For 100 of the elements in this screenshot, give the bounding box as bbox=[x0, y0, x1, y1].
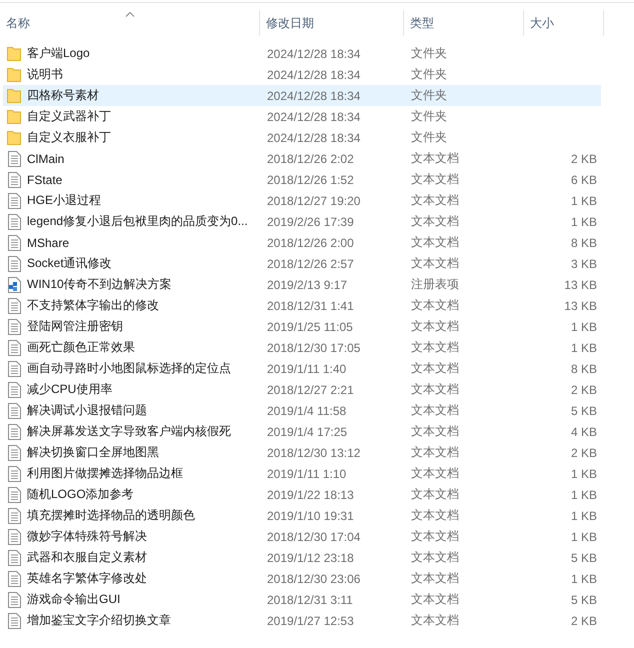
folder-icon bbox=[7, 46, 21, 61]
file-row[interactable]: 解决屏幕发送文字导致客户端内核假死 2019/1/4 17:25 文本文档 4 KB bbox=[3, 421, 601, 442]
file-size: 1 KB bbox=[570, 572, 597, 586]
file-name: 客户端Logo bbox=[27, 45, 90, 62]
file-type: 文本文档 bbox=[411, 256, 459, 270]
column-header[interactable]: 大小 bbox=[524, 10, 604, 36]
file-row[interactable]: 登陆网管注册密钥 2019/1/25 11:05 文本文档 1 KB bbox=[3, 316, 601, 337]
column-header[interactable]: 类型 bbox=[404, 10, 524, 36]
file-row[interactable]: WIN10传奇不到边解决方案 2019/2/13 9:17 注册表项 13 KB bbox=[3, 274, 601, 295]
modified-date: 2018/12/30 17:05 bbox=[267, 340, 360, 354]
modified-date: 2019/1/12 23:18 bbox=[267, 550, 354, 564]
file-row[interactable]: 减少CPU使用率 2018/12/27 2:21 文本文档 2 KB bbox=[3, 379, 601, 400]
file-name: legend修复小退后包袱里肉的品质变为0... bbox=[27, 213, 248, 230]
file-name: Socket通讯修改 bbox=[27, 255, 112, 272]
document-icon bbox=[8, 444, 20, 460]
file-row[interactable]: 英雄名字繁体字修改处 2018/12/30 23:06 文本文档 1 KB bbox=[3, 568, 601, 589]
file-size: 1 KB bbox=[570, 530, 597, 544]
document-icon bbox=[8, 234, 20, 250]
file-row[interactable]: 微妙字体特殊符号解决 2018/12/30 17:04 文本文档 1 KB bbox=[3, 526, 601, 547]
file-name: 说明书 bbox=[27, 66, 63, 83]
file-row[interactable]: Socket通讯修改 2018/12/26 2:57 文本文档 3 KB bbox=[3, 253, 601, 274]
file-name: 增加鉴宝文字介绍切换文章 bbox=[27, 612, 171, 629]
file-row[interactable]: legend修复小退后包袱里肉的品质变为0... 2019/2/26 17:39 文本文档 1 KB bbox=[3, 211, 601, 232]
modified-date: 2018/12/27 2:21 bbox=[267, 382, 354, 396]
document-icon bbox=[8, 360, 20, 376]
file-type: 文本文档 bbox=[411, 550, 459, 564]
file-name: 登陆网管注册密钥 bbox=[27, 318, 123, 335]
modified-date: 2019/1/4 17:25 bbox=[267, 424, 348, 438]
file-type: 文件夹 bbox=[411, 109, 447, 123]
file-type: 文本文档 bbox=[411, 340, 459, 354]
document-icon bbox=[8, 402, 20, 418]
file-row[interactable]: 画死亡颜色正常效果 2018/12/30 17:05 文本文档 1 KB bbox=[3, 337, 601, 358]
file-row[interactable]: 自定义武器补丁 2024/12/28 18:34 文件夹 bbox=[3, 106, 601, 127]
file-type: 文本文档 bbox=[411, 214, 459, 228]
file-row[interactable]: 利用图片做摆摊选择物品边框 2019/1/11 1:10 文本文档 1 KB bbox=[3, 463, 601, 484]
file-row[interactable]: 说明书 2024/12/28 18:34 文件夹 bbox=[3, 64, 601, 85]
document-icon bbox=[8, 150, 20, 166]
file-type: 文本文档 bbox=[411, 382, 459, 396]
file-type: 文件夹 bbox=[411, 67, 447, 81]
file-name: 随机LOGO添加参考 bbox=[27, 486, 134, 503]
file-name: ClMain bbox=[27, 152, 64, 166]
file-row[interactable]: HGE小退过程 2018/12/27 19:20 文本文档 1 KB bbox=[3, 190, 601, 211]
file-row[interactable]: MShare 2018/12/26 2:00 文本文档 8 KB bbox=[3, 232, 601, 253]
file-type: 文本文档 bbox=[411, 172, 459, 186]
file-type: 注册表项 bbox=[411, 277, 459, 291]
file-row[interactable]: 不支持繁体字输出的修改 2018/12/31 1:41 文本文档 13 KB bbox=[3, 295, 601, 316]
document-icon bbox=[8, 298, 20, 314]
modified-date: 2019/1/25 11:05 bbox=[267, 320, 353, 334]
modified-date: 2018/12/30 17:04 bbox=[267, 530, 360, 544]
file-name: 游戏命令输出GUI bbox=[27, 591, 120, 608]
file-name: 解决切换窗口全屏地图黑 bbox=[27, 444, 159, 461]
modified-date: 2018/12/30 23:06 bbox=[267, 572, 360, 586]
file-size: 1 KB bbox=[570, 466, 597, 480]
file-row[interactable]: 解决切换窗口全屏地图黑 2018/12/30 13:12 文本文档 2 KB bbox=[3, 442, 601, 463]
file-row[interactable]: 武器和衣服自定义素材 2019/1/12 23:18 文本文档 5 KB bbox=[3, 547, 601, 568]
document-icon bbox=[8, 382, 20, 398]
folder-icon bbox=[7, 130, 21, 145]
modified-date: 2019/1/11 1:40 bbox=[267, 362, 346, 376]
file-name: 画自动寻路时小地图鼠标选择的定位点 bbox=[27, 360, 231, 377]
file-size: 1 KB bbox=[570, 194, 597, 208]
file-row[interactable]: 随机LOGO添加参考 2019/1/22 18:13 文本文档 1 KB bbox=[3, 484, 601, 505]
file-type: 文本文档 bbox=[411, 508, 459, 522]
modified-date: 2019/2/13 9:17 bbox=[267, 278, 348, 292]
file-name: 画死亡颜色正常效果 bbox=[27, 339, 135, 356]
file-size: 13 KB bbox=[564, 278, 597, 292]
file-type: 文本文档 bbox=[411, 466, 459, 480]
folder-icon bbox=[7, 67, 21, 82]
file-row[interactable]: 四格称号素材 2024/12/28 18:34 文件夹 bbox=[3, 85, 601, 106]
file-name: 自定义衣服补丁 bbox=[27, 129, 111, 146]
file-row[interactable]: 填充摆摊时选择物品的透明颜色 2019/1/10 19:31 文本文档 1 KB bbox=[3, 505, 601, 526]
document-icon bbox=[8, 214, 20, 230]
file-row[interactable]: ClMain 2018/12/26 2:02 文本文档 2 KB bbox=[3, 148, 601, 169]
file-row[interactable]: 解决调试小退报错问题 2019/1/4 11:58 文本文档 5 KB bbox=[3, 400, 601, 421]
file-size: 5 KB bbox=[570, 404, 597, 418]
modified-date: 2024/12/28 18:34 bbox=[267, 110, 360, 124]
document-icon bbox=[8, 550, 20, 566]
file-row[interactable]: 增加鉴宝文字介绍切换文章 2019/1/27 12:53 文本文档 2 KB bbox=[3, 610, 601, 631]
document-icon bbox=[8, 424, 20, 440]
file-type: 文本文档 bbox=[411, 445, 459, 459]
file-row[interactable]: 游戏命令输出GUI 2018/12/31 3:11 文本文档 5 KB bbox=[3, 589, 601, 610]
file-name: 解决屏幕发送文字导致客户端内核假死 bbox=[27, 423, 231, 440]
file-size: 3 KB bbox=[570, 256, 597, 270]
file-row[interactable]: 客户端Logo 2024/12/28 18:34 文件夹 bbox=[3, 43, 601, 64]
sort-ascending-icon bbox=[124, 11, 134, 17]
file-type: 文件夹 bbox=[411, 46, 447, 60]
file-row[interactable]: 画自动寻路时小地图鼠标选择的定位点 2019/1/11 1:40 文本文档 8 KB bbox=[3, 358, 601, 379]
file-size: 13 KB bbox=[564, 298, 597, 312]
file-type: 文本文档 bbox=[411, 298, 459, 312]
file-size: 8 KB bbox=[570, 362, 597, 376]
file-size: 1 KB bbox=[570, 508, 597, 522]
file-row[interactable]: FState 2018/12/26 1:52 文本文档 6 KB bbox=[3, 169, 601, 190]
column-header[interactable]: 名称 bbox=[0, 10, 260, 36]
document-icon bbox=[8, 466, 20, 482]
modified-date: 2018/12/26 2:02 bbox=[267, 152, 354, 166]
column-header[interactable]: 修改日期 bbox=[260, 10, 404, 36]
modified-date: 2018/12/30 13:12 bbox=[267, 446, 360, 460]
modified-date: 2019/1/11 1:10 bbox=[267, 466, 346, 480]
modified-date: 2024/12/28 18:34 bbox=[267, 46, 360, 60]
file-row[interactable]: 自定义衣服补丁 2024/12/28 18:34 文件夹 bbox=[3, 127, 601, 148]
modified-date: 2019/1/10 19:31 bbox=[267, 508, 354, 522]
